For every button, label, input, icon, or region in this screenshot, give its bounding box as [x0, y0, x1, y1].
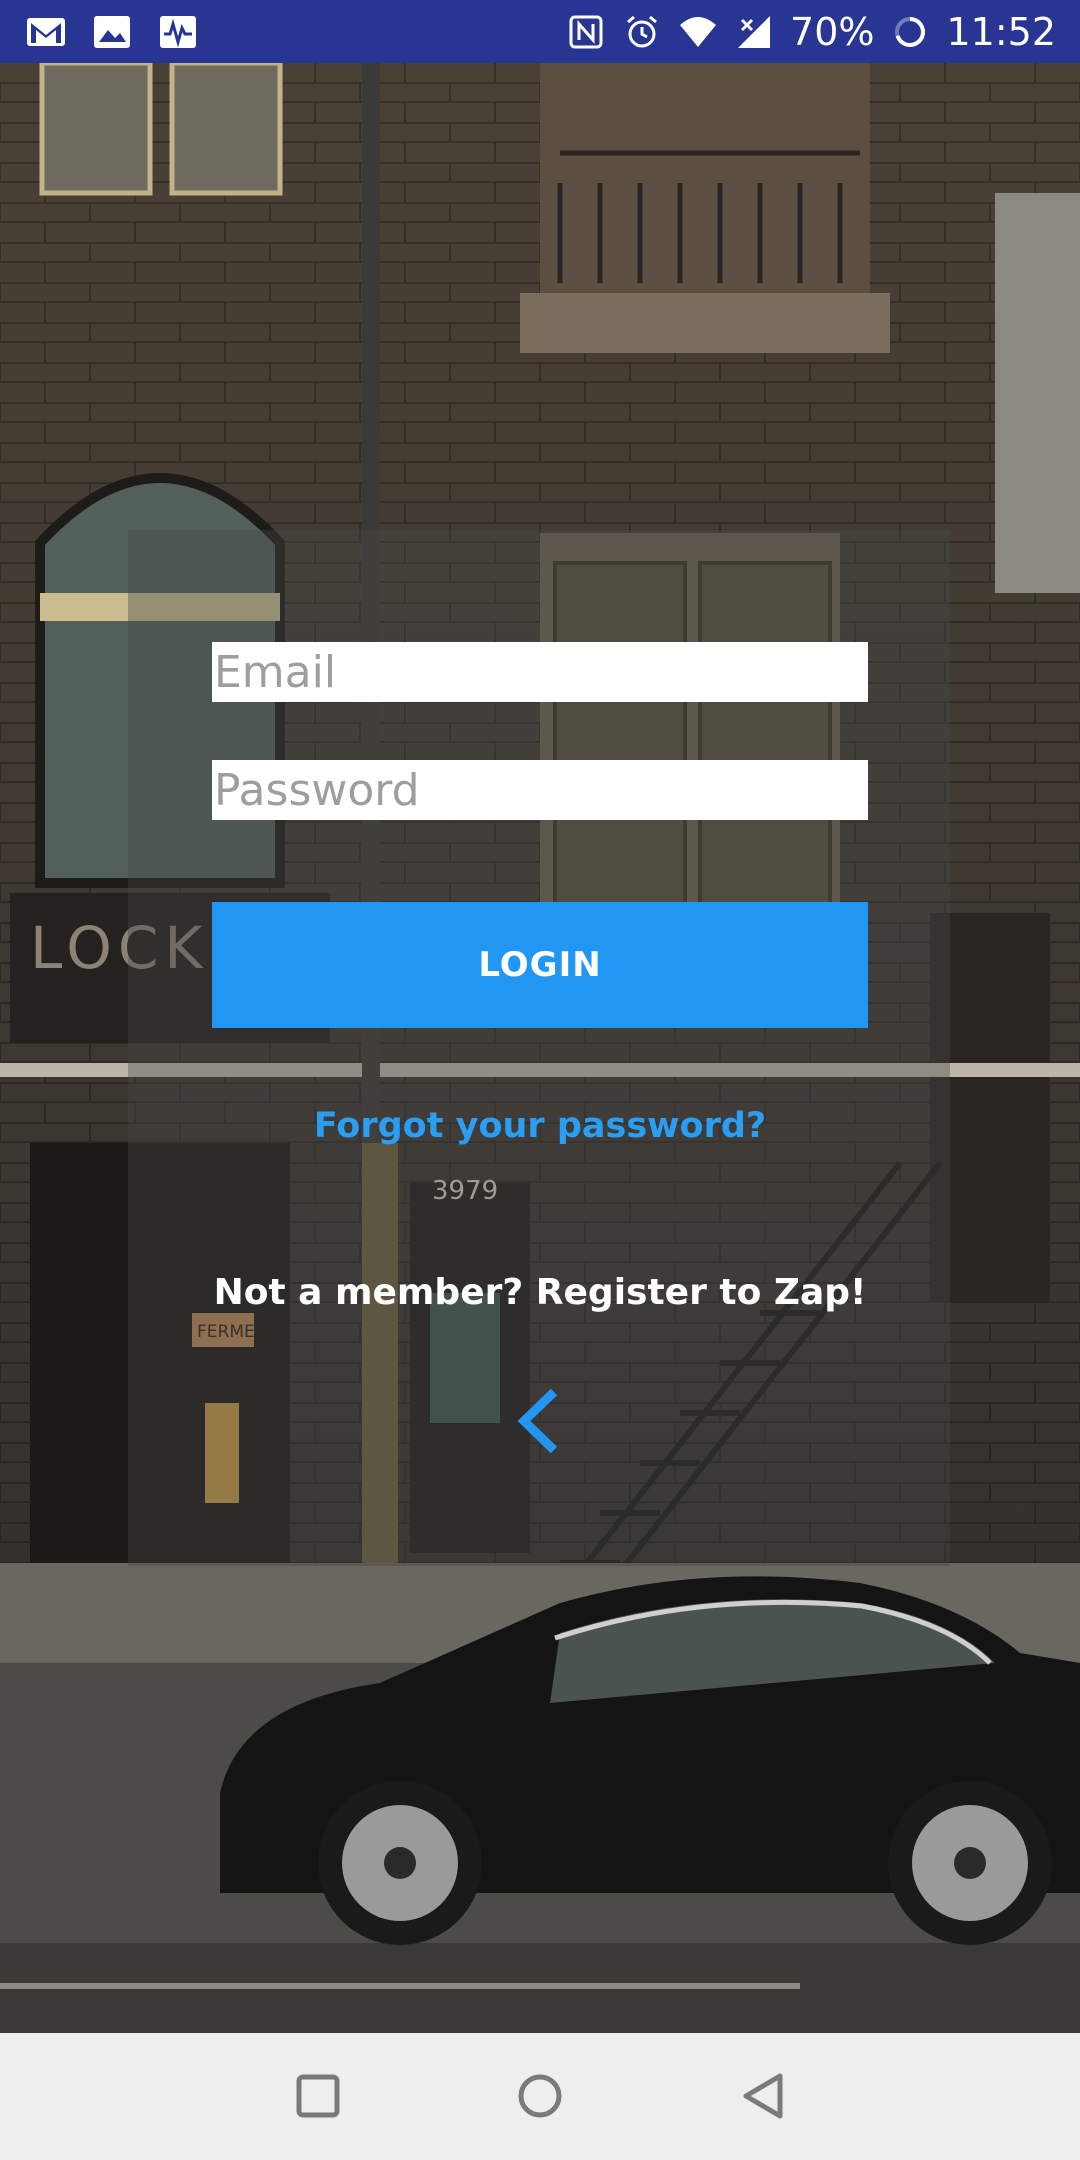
pulse-icon	[158, 14, 198, 50]
login-button[interactable]: LOGIN	[212, 902, 868, 1028]
wifi-icon	[678, 14, 718, 50]
battery-icon	[890, 14, 930, 50]
gallery-icon	[92, 14, 132, 50]
chevron-left-icon[interactable]	[514, 1388, 564, 1454]
nfc-icon	[566, 14, 606, 50]
email-field[interactable]	[212, 642, 868, 702]
signal-icon	[734, 14, 774, 50]
home-icon[interactable]	[512, 2068, 568, 2124]
register-link[interactable]: Not a member? Register to Zap!	[0, 1272, 1080, 1313]
status-bar: 70% 11:52	[0, 0, 1080, 63]
password-field[interactable]	[212, 760, 868, 820]
forgot-password-link[interactable]: Forgot your password?	[0, 1106, 1080, 1146]
alarm-icon	[622, 14, 662, 50]
navigation-bar	[0, 2033, 1080, 2160]
back-icon[interactable]	[736, 2068, 792, 2124]
recent-apps-icon[interactable]	[290, 2068, 346, 2124]
gmail-icon	[26, 14, 66, 50]
battery-percent: 70%	[790, 9, 875, 54]
clock: 11:52	[946, 9, 1056, 54]
